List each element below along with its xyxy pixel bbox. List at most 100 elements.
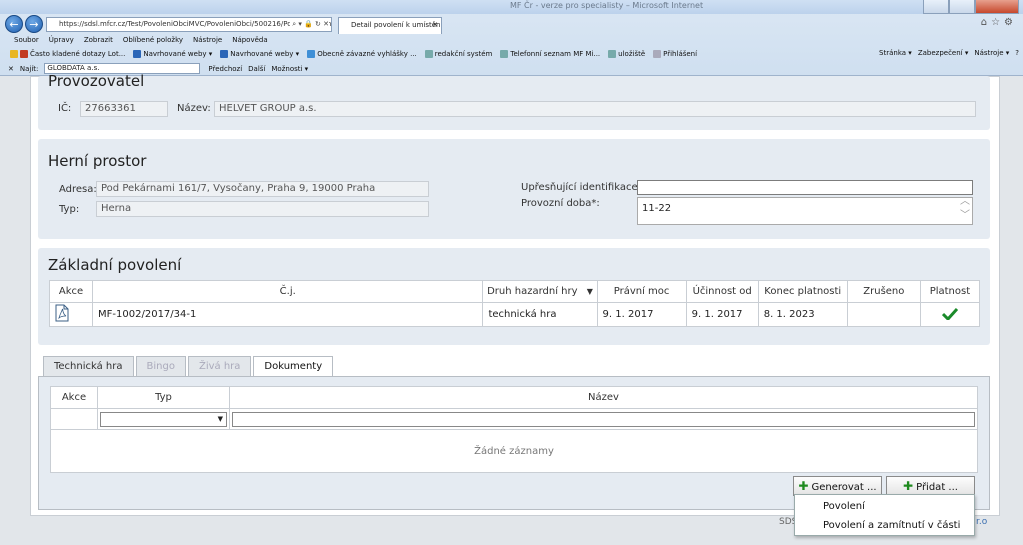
- filter-akce-cell: [50, 408, 98, 430]
- ic-label: IČ:: [58, 103, 72, 114]
- menu-oblibene[interactable]: Oblíbené položky: [123, 34, 183, 46]
- col-zruseno[interactable]: Zrušeno: [846, 280, 921, 303]
- col-druh[interactable]: Druh hazardní hry ▼: [482, 280, 598, 303]
- find-prev-button[interactable]: Předchozí: [208, 65, 242, 73]
- akce-cell: [48, 302, 94, 327]
- druh-cell: technická hra: [482, 302, 598, 327]
- cj-cell: MF-1002/2017/34-1: [92, 302, 484, 327]
- herni-prostor-panel: Herní prostor Adresa: Pod Pekárnami 161/…: [38, 139, 990, 239]
- col-pravni-moc[interactable]: Právní moc: [596, 280, 687, 303]
- nazev-label: Název:: [177, 103, 211, 114]
- col-akce: Akce: [50, 386, 98, 409]
- window-controls: [923, 0, 1019, 14]
- zakladni-povoleni-table: Akce Č.j. Druh hazardní hry ▼ Právní moc…: [48, 280, 981, 327]
- generovat-menu: Povolení Povolení a zamítnutí v části: [794, 494, 975, 536]
- adresa-field: Pod Pekárnami 161/7, Vysočany, Praha 9, …: [96, 181, 429, 197]
- cmd-nastroje[interactable]: Nástroje ▾: [974, 46, 1009, 61]
- konec-cell: 8. 1. 2023: [757, 302, 848, 327]
- pravni-moc-cell: 9. 1. 2017: [596, 302, 687, 327]
- col-platnost[interactable]: Platnost: [919, 280, 981, 303]
- fav-item[interactable]: Často kladené dotazy Lot...: [10, 49, 125, 58]
- menu-napoveda[interactable]: Nápověda: [232, 34, 267, 46]
- cmd-zabezpeceni[interactable]: Zabezpečení ▾: [918, 46, 969, 61]
- col-typ[interactable]: Typ: [97, 386, 230, 409]
- find-next-button[interactable]: Další: [248, 65, 265, 73]
- provozovatel-title: Provozovatel: [48, 72, 145, 90]
- provozni-doba-value: 11-22: [642, 203, 672, 214]
- table-header-row: Akce Typ Název: [50, 386, 978, 409]
- fav-item[interactable]: Navrhované weby ▾: [220, 49, 299, 58]
- tab-close-icon[interactable]: ✕: [432, 18, 438, 33]
- upresnujici-input[interactable]: [637, 180, 973, 195]
- help-icon[interactable]: ?: [1015, 46, 1019, 61]
- dropdown-arrow-icon[interactable]: ▼: [218, 413, 223, 426]
- scroll-down-icon[interactable]: ﹀: [960, 205, 970, 227]
- tab-technicka-hra[interactable]: Technická hra: [43, 356, 134, 376]
- fav-item[interactable]: redakční systém: [424, 49, 492, 58]
- page-area: Provozovatel IČ: 27663361 Název: HELVET …: [0, 72, 1023, 545]
- menu-item-povoleni-zamitnuti[interactable]: Povolení a zamítnutí v části: [795, 516, 974, 535]
- address-bar[interactable]: https://sdsl.mfcr.cz/Test/PovoleniObciMV…: [46, 17, 332, 32]
- tab-title: Detail povolení k umístění ...: [351, 21, 442, 29]
- pdf-icon[interactable]: [54, 304, 70, 322]
- browser-toolbar-icons: ⌂☆⚙: [981, 17, 1017, 28]
- upresnujici-label: Upřesňující identifikace:: [521, 182, 641, 193]
- ucinnost-cell: 9. 1. 2017: [685, 302, 759, 327]
- menu-nastroje[interactable]: Nástroje: [193, 34, 222, 46]
- fav-item[interactable]: uložiště: [608, 49, 645, 58]
- nazev-field: HELVET GROUP a.s.: [214, 101, 976, 117]
- checkmark-icon: [941, 307, 959, 321]
- fav-item[interactable]: Obecně závazné vyhlášky ...: [307, 49, 417, 58]
- sort-down-icon[interactable]: ▼: [587, 287, 593, 296]
- provozni-doba-textarea[interactable]: 11-22 ︿ ﹀: [637, 196, 973, 227]
- menu-item-povoleni[interactable]: Povolení: [795, 497, 974, 516]
- col-konec[interactable]: Konec platnosti: [757, 280, 848, 303]
- find-options-button[interactable]: Možnosti ▾: [271, 65, 308, 73]
- menu-zobrazit[interactable]: Zobrazit: [84, 34, 113, 46]
- menu-upravy[interactable]: Úpravy: [49, 34, 74, 46]
- ic-field: 27663361: [80, 101, 168, 117]
- col-ucinnost[interactable]: Účinnost od: [685, 280, 759, 303]
- window-close-button[interactable]: [975, 0, 1019, 14]
- menu-bar: Soubor Úpravy Zobrazit Oblíbené položky …: [0, 34, 1023, 46]
- forward-button[interactable]: →: [25, 15, 43, 33]
- page-icon: [424, 49, 433, 58]
- nazev-filter-input[interactable]: [232, 411, 975, 427]
- cmd-stranka[interactable]: Stránka ▾: [879, 46, 912, 61]
- fav-item[interactable]: Přihlášení: [653, 49, 697, 58]
- filter-row: ▼: [50, 408, 978, 430]
- bing-icon: [220, 49, 229, 58]
- favorites-bar: Často kladené dotazy Lot... Navrhované w…: [0, 46, 1023, 61]
- generovat-button[interactable]: ✚ Generovat ...: [793, 476, 882, 496]
- settings-gear-icon[interactable]: ⚙: [1004, 17, 1017, 28]
- tab-dokumenty[interactable]: Dokumenty: [253, 356, 334, 377]
- col-akce: Akce: [48, 280, 94, 303]
- plus-icon: ✚: [903, 479, 914, 493]
- footer-right-link[interactable]: r.o: [976, 517, 987, 527]
- find-close-icon[interactable]: ✕: [8, 65, 14, 73]
- favorites-star-icon[interactable]: ☆: [991, 17, 1004, 28]
- home-icon[interactable]: ⌂: [981, 17, 991, 28]
- find-bar: ✕ Najít: GLOBDATA a.s. Předchozí Další M…: [0, 61, 1023, 76]
- page-icon: [20, 49, 28, 58]
- star-icon: [10, 49, 18, 58]
- typ-label: Typ:: [59, 204, 80, 215]
- dokumenty-table: Akce Typ Název ▼ Žádné záznamy: [50, 386, 978, 473]
- provozovatel-panel: Provozovatel IČ: 27663361 Název: HELVET …: [38, 72, 990, 130]
- table-header-row: Akce Č.j. Druh hazardní hry ▼ Právní moc…: [48, 280, 981, 303]
- platnost-cell: [919, 302, 981, 327]
- col-nazev[interactable]: Název: [229, 386, 978, 409]
- empty-row: Žádné záznamy: [50, 429, 978, 473]
- fav-item[interactable]: Telefonní seznam MF Mi...: [500, 49, 600, 58]
- col-cj[interactable]: Č.j.: [92, 280, 484, 303]
- back-button[interactable]: ←: [5, 15, 23, 33]
- menu-soubor[interactable]: Soubor: [14, 34, 39, 46]
- pridat-button[interactable]: ✚ Přidat ...: [886, 476, 975, 496]
- address-controls-icon[interactable]: ⌕ ▾ 🔒 ↻ ✕: [290, 18, 329, 31]
- fav-item[interactable]: Navrhované weby ▾: [133, 49, 212, 58]
- minimize-button[interactable]: [923, 0, 949, 14]
- maximize-button[interactable]: [949, 0, 975, 14]
- typ-filter-select[interactable]: ▼: [100, 411, 227, 427]
- browser-tab[interactable]: Detail povolení k umístění ... ✕: [338, 17, 442, 34]
- command-bar: Stránka ▾ Zabezpečení ▾ Nástroje ▾ ?: [873, 46, 1019, 61]
